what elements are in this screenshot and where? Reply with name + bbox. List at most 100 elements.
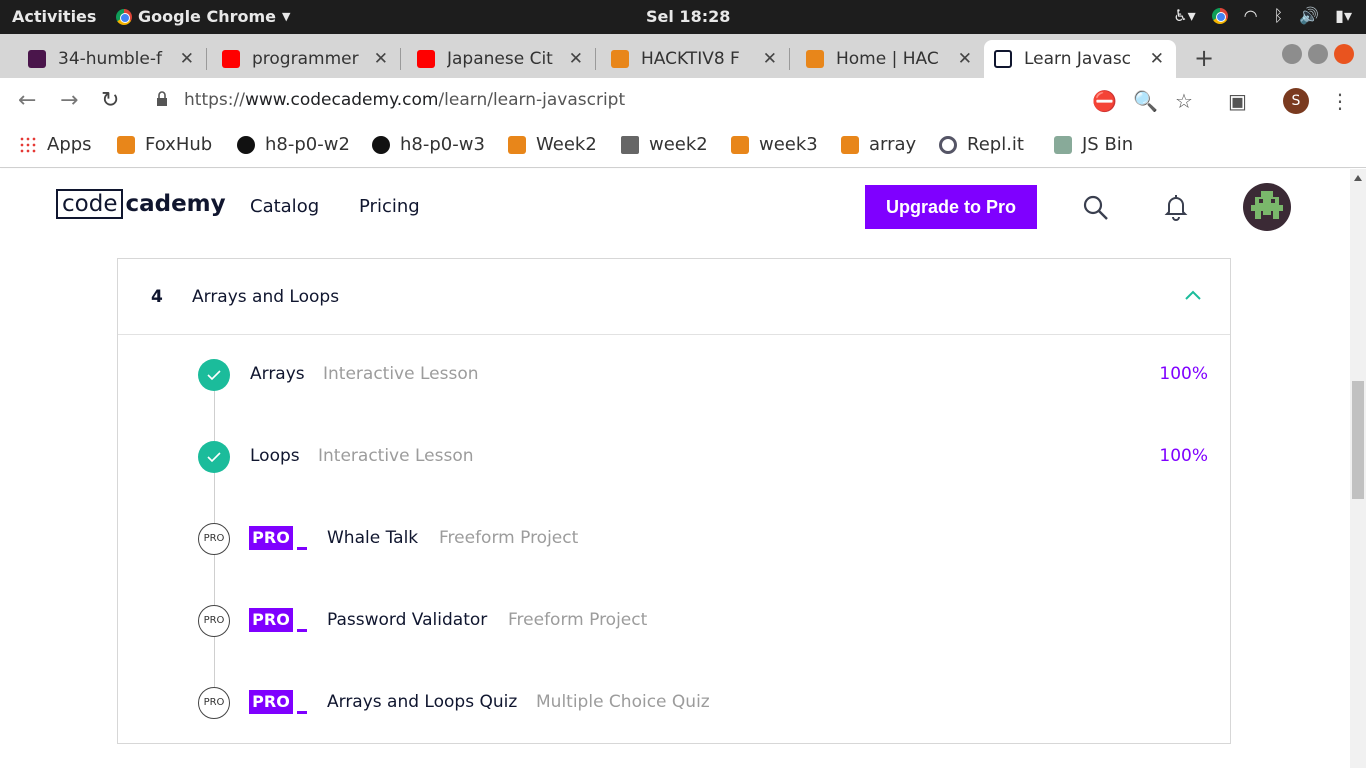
bookmark-array[interactable]: array: [841, 134, 916, 155]
close-icon[interactable]: ✕: [763, 49, 777, 69]
nav-pricing[interactable]: Pricing: [359, 196, 420, 217]
menu-kebab-icon[interactable]: ⋮: [1330, 89, 1350, 113]
lesson-title: Loops: [250, 446, 300, 466]
bookmark-label: week2: [649, 134, 708, 155]
lesson-type: Interactive Lesson: [323, 364, 479, 384]
bookmark-h8-p0-w3[interactable]: h8-p0-w3: [372, 134, 485, 155]
profile-avatar[interactable]: S: [1283, 88, 1309, 114]
module-header[interactable]: 4 Arrays and Loops: [118, 259, 1230, 335]
replit-icon: [939, 135, 957, 154]
tab-label: 34-humble-f: [58, 49, 162, 69]
bookmark-h8-p0-w2[interactable]: h8-p0-w2: [237, 134, 350, 155]
scroll-thumb[interactable]: [1352, 381, 1364, 499]
tab-label: Japanese Cit: [447, 49, 553, 69]
tab-learn-javascript[interactable]: Learn Javasc ✕: [984, 40, 1176, 78]
close-icon[interactable]: ✕: [374, 49, 388, 69]
lesson-title: Whale Talk: [327, 528, 419, 548]
new-tab-icon[interactable]: +: [1194, 44, 1214, 72]
lesson-type: Interactive Lesson: [318, 446, 474, 466]
bookmark-label: Repl.it: [967, 134, 1024, 155]
bookmark-jsbin[interactable]: JS Bin: [1054, 134, 1133, 155]
close-icon[interactable]: ✕: [958, 49, 972, 69]
bookmark-star-icon[interactable]: ☆: [1175, 89, 1193, 113]
system-tray[interactable]: ♿▾ ◠ ᛒ 🔊 ▮▾: [1173, 6, 1352, 25]
close-icon[interactable]: ✕: [569, 49, 583, 69]
bookmark-label: h8-p0-w3: [400, 134, 485, 155]
lesson-title: Password Validator: [327, 610, 488, 630]
bookmark-label: Apps: [47, 134, 92, 155]
site-header: code cademy Catalog Pricing Upgrade to P…: [0, 169, 1350, 245]
bookmark-apps[interactable]: Apps: [19, 134, 92, 155]
pro-badge: PRO: [249, 526, 293, 550]
pro-cursor-mark: [297, 711, 307, 714]
folder-icon: [621, 135, 639, 154]
maximize-icon[interactable]: [1308, 44, 1328, 64]
lesson-title: Arrays and Loops Quiz: [327, 692, 518, 712]
back-arrow-icon[interactable]: ←: [18, 88, 36, 113]
lesson-type: Multiple Choice Quiz: [536, 692, 710, 712]
codecademy-logo[interactable]: code cademy: [56, 189, 226, 219]
volume-icon[interactable]: 🔊: [1299, 6, 1319, 25]
forward-arrow-icon[interactable]: →: [60, 88, 78, 113]
lock-icon[interactable]: [156, 91, 168, 107]
nav-catalog[interactable]: Catalog: [250, 196, 319, 217]
minimize-icon[interactable]: [1282, 44, 1302, 64]
tab-label: programmer: [252, 49, 359, 69]
bookmark-foxhub[interactable]: FoxHub: [117, 134, 212, 155]
tab-hacktiv8[interactable]: HACKTIV8 F ✕: [601, 40, 789, 78]
bookmark-replit[interactable]: Repl.it: [939, 134, 1024, 155]
github-icon: [237, 135, 255, 154]
window-controls: [1282, 44, 1354, 64]
bookmark-week3[interactable]: week3: [731, 134, 818, 155]
pro-cursor-mark: [297, 629, 307, 632]
lesson-item-loops[interactable]: Loops Interactive Lesson 100%: [198, 441, 1208, 475]
tab-label: Home | HAC: [836, 49, 939, 69]
close-icon[interactable]: ✕: [180, 49, 194, 69]
extension-icon[interactable]: ▣: [1228, 89, 1247, 113]
tab-youtube-japanese[interactable]: Japanese Cit ✕: [407, 40, 595, 78]
upgrade-to-pro-button[interactable]: Upgrade to Pro: [865, 185, 1037, 229]
bluetooth-icon[interactable]: ᛒ: [1274, 6, 1284, 25]
fox-icon: [611, 50, 629, 68]
clock[interactable]: Sel 18:28: [646, 7, 730, 26]
chrome-indicator-icon[interactable]: [1211, 7, 1228, 24]
url-host: www.codecademy.com: [244, 90, 439, 110]
page-scrollbar[interactable]: [1350, 169, 1366, 768]
fox-icon: [841, 135, 859, 154]
bookmark-label: JS Bin: [1082, 134, 1134, 155]
lesson-item-whale-talk[interactable]: PRO PRO Whale Talk Freeform Project: [198, 523, 1208, 557]
address-bar[interactable]: https://www.codecademy.com/learn/learn-j…: [184, 90, 625, 110]
tab-divider: [400, 48, 401, 70]
pro-cursor-mark: [297, 547, 307, 550]
lesson-item-arrays[interactable]: Arrays Interactive Lesson 100%: [198, 359, 1208, 393]
tab-divider: [595, 48, 596, 70]
app-menu[interactable]: Google Chrome ▼: [116, 7, 290, 26]
youtube-icon: [417, 50, 435, 68]
battery-icon[interactable]: ▮▾: [1335, 6, 1352, 25]
bookmark-week2-folder[interactable]: week2: [621, 134, 708, 155]
accessibility-icon[interactable]: ♿▾: [1173, 6, 1195, 25]
bookmark-week2-fox[interactable]: Week2: [508, 134, 597, 155]
apps-icon: [19, 135, 37, 154]
scroll-up-arrow-icon[interactable]: [1354, 175, 1362, 181]
tab-slack[interactable]: 34-humble-f ✕: [18, 40, 206, 78]
search-icon[interactable]: [1083, 195, 1109, 221]
chevron-up-icon[interactable]: [1184, 289, 1202, 301]
reload-icon[interactable]: ↻: [101, 88, 119, 113]
lesson-item-arrays-loops-quiz[interactable]: PRO PRO Arrays and Loops Quiz Multiple C…: [198, 687, 1208, 721]
window-close-icon[interactable]: [1334, 44, 1354, 64]
activities-button[interactable]: Activities: [12, 7, 96, 26]
blocked-popup-icon[interactable]: ⛔: [1092, 89, 1117, 113]
lesson-item-password-validator[interactable]: PRO PRO Password Validator Freeform Proj…: [198, 605, 1208, 639]
pro-lock-circle: PRO: [198, 605, 230, 637]
tab-divider: [206, 48, 207, 70]
tab-label: Learn Javasc: [1024, 49, 1132, 69]
tab-youtube-programmer[interactable]: programmer ✕: [212, 40, 400, 78]
syllabus-content: 4 Arrays and Loops Arrays Interactive Le…: [0, 245, 1350, 768]
bell-icon[interactable]: [1163, 193, 1189, 221]
wifi-icon[interactable]: ◠: [1244, 6, 1258, 25]
user-avatar[interactable]: [1243, 183, 1291, 231]
zoom-icon[interactable]: 🔍: [1133, 89, 1158, 113]
tab-home-hacktiv8[interactable]: Home | HAC ✕: [796, 40, 984, 78]
close-icon[interactable]: ✕: [1150, 49, 1164, 69]
